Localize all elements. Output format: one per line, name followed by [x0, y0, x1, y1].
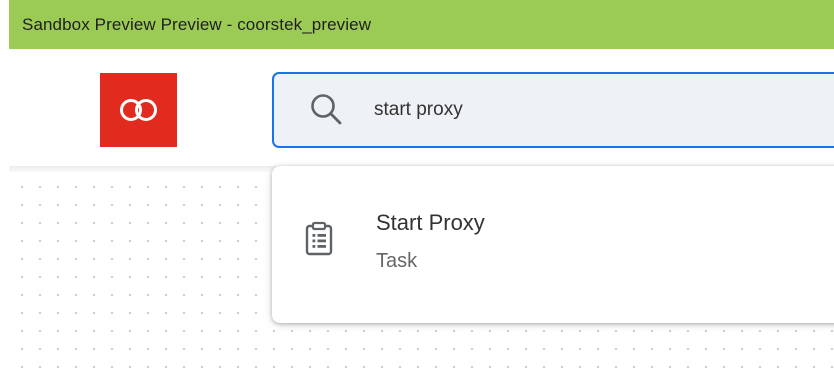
home-logo[interactable] [100, 73, 177, 147]
search-icon[interactable] [309, 92, 343, 126]
environment-banner: Sandbox Preview Preview - coorstek_previ… [9, 0, 834, 49]
result-title: Start Proxy [376, 210, 485, 235]
banner-title: Sandbox Preview Preview - coorstek_previ… [22, 14, 372, 34]
search-results-dropdown: Start Proxy Task [272, 166, 834, 323]
infinity-icon [120, 99, 157, 121]
result-type: Task [376, 250, 418, 272]
search-bar[interactable] [272, 72, 834, 148]
clipboard-list-icon [305, 221, 333, 256]
search-input[interactable] [374, 88, 814, 132]
search-result-item[interactable]: Start Proxy Task [272, 166, 834, 323]
